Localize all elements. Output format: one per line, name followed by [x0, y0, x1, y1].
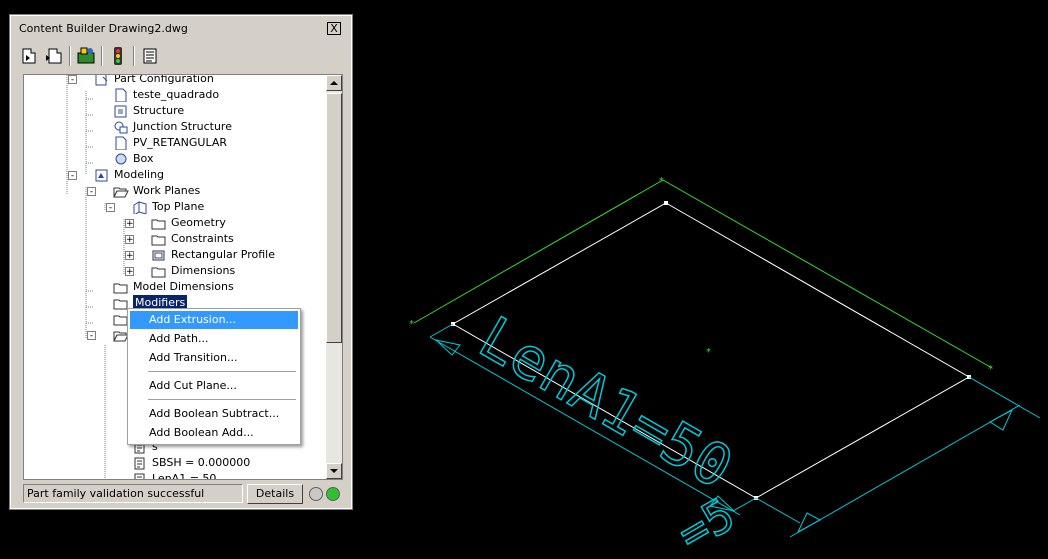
expand-plus-icon[interactable]: + [125, 235, 134, 245]
drawing-canvas[interactable]: * * * * LenA1=50 =5 [360, 0, 1048, 559]
profile-icon [152, 250, 165, 261]
tree-item-label: Work Planes [133, 184, 201, 197]
box-icon [115, 153, 127, 165]
plane-icon [133, 201, 147, 214]
status-light-gray-icon [309, 487, 323, 501]
part-family-button[interactable] [75, 45, 97, 67]
window-title: Content Builder Drawing2.dwg [19, 22, 188, 35]
param-icon [134, 473, 145, 479]
tree-item-label: Part Configuration [114, 74, 214, 85]
tree-item-label: Dimensions [171, 264, 236, 277]
dimension-label-second: =5 [669, 487, 744, 559]
expand-plus-icon[interactable]: + [125, 251, 134, 261]
tree-item-label: SBSH = 0.000000 [152, 456, 251, 469]
tree-item-label: Junction Structure [133, 120, 232, 133]
status-bar: Part family validation successful Detail… [23, 484, 343, 504]
tree-item-label: Model Dimensions [133, 280, 234, 293]
properties-button[interactable] [139, 45, 161, 67]
part-family-icon [77, 47, 95, 64]
collapse-minus-icon[interactable]: - [68, 75, 77, 85]
scroll-up-button[interactable] [326, 75, 342, 91]
dimension-second [755, 376, 1041, 538]
tree-item-label: teste_quadrado [133, 88, 220, 101]
scroll-down-button[interactable] [326, 463, 342, 479]
tree-item-label: Box [133, 152, 154, 165]
tree-item-label: Modeling [114, 168, 165, 181]
svg-text:*: * [988, 364, 993, 375]
details-button[interactable]: Details [247, 484, 303, 504]
folder-icon [151, 235, 166, 246]
title-bar[interactable]: Content Builder Drawing2.dwg X [15, 21, 345, 37]
menu-add-cut-plane[interactable]: Add Cut Plane... [130, 377, 298, 395]
export-icon [46, 48, 62, 64]
validate-button[interactable] [107, 45, 129, 67]
part-config-icon [95, 75, 108, 86]
dimension-label-lena1: LenA1=50 [468, 303, 744, 502]
export-button[interactable] [43, 45, 65, 67]
menu-separator [148, 399, 296, 400]
close-icon: X [330, 22, 338, 35]
menu-separator [148, 371, 296, 372]
folder-open-icon [113, 187, 129, 198]
document-icon [115, 136, 127, 150]
tree-item-label: Rectangular Profile [171, 248, 275, 261]
import-button[interactable] [19, 45, 41, 67]
tree-item-label: Structure [133, 104, 185, 117]
document-icon [115, 88, 127, 102]
tree-item-label: Geometry [171, 216, 226, 229]
expand-plus-icon[interactable]: + [125, 267, 134, 277]
param-icon [134, 457, 145, 470]
svg-text:*: * [706, 347, 711, 358]
collapse-minus-icon[interactable]: - [106, 203, 115, 213]
tree-scrollbar[interactable] [326, 75, 342, 479]
properties-icon [143, 48, 157, 64]
tree-item-label: Constraints [171, 232, 234, 245]
status-light-green-icon [326, 487, 340, 501]
collapse-minus-icon[interactable]: - [87, 331, 96, 341]
collapse-minus-icon[interactable]: - [87, 187, 96, 197]
menu-add-transition[interactable]: Add Transition... [130, 349, 298, 367]
close-button[interactable]: X [327, 22, 341, 35]
tree-item-label: Top Plane [152, 200, 205, 213]
folder-icon [151, 267, 166, 278]
folder-icon [151, 219, 166, 230]
svg-text:*: * [659, 176, 664, 187]
modeling-icon [95, 169, 108, 182]
arrow-down-icon [330, 469, 338, 473]
scroll-thumb[interactable] [326, 93, 342, 343]
menu-add-boolean-subtract[interactable]: Add Boolean Subtract... [130, 405, 298, 423]
arrow-up-icon [330, 81, 338, 85]
svg-text:*: * [409, 319, 414, 330]
menu-add-extrusion[interactable]: Add Extrusion... [130, 311, 298, 329]
folder-icon [113, 283, 128, 294]
collapse-minus-icon[interactable]: - [68, 171, 77, 181]
validate-icon [114, 47, 122, 65]
tree-item-label: PV_RETANGULAR [133, 136, 227, 149]
import-icon [22, 48, 36, 64]
status-message: Part family validation successful [23, 484, 243, 503]
junction-icon [114, 121, 128, 134]
structure-icon [114, 105, 127, 118]
menu-add-boolean-add[interactable]: Add Boolean Add... [130, 424, 298, 442]
menu-add-path[interactable]: Add Path... [130, 330, 298, 348]
tree-item-label: LenA1 = 50 [152, 472, 217, 480]
context-menu: Add Extrusion... Add Path... Add Transit… [127, 308, 301, 445]
expand-plus-icon[interactable]: + [125, 219, 134, 229]
